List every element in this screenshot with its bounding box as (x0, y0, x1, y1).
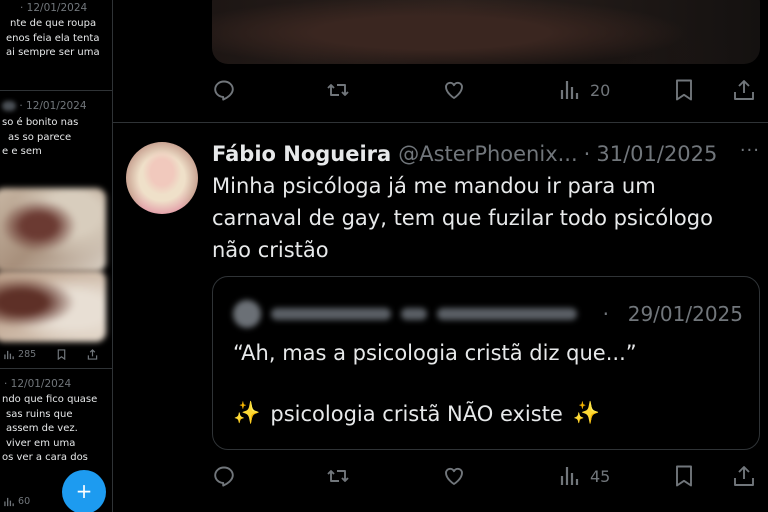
side-column: · 12/01/2024 nte de que roupa enos feia … (0, 0, 112, 512)
side-tweet-header: · 12/01/2024 (0, 378, 110, 390)
side-tweet-date: · 12/01/2024 (20, 2, 88, 14)
side-tweet-date: · 12/01/2024 (19, 100, 87, 112)
side-tweet-date: · 12/01/2024 (4, 378, 72, 390)
tweet-text-line: Minha psicóloga já me mandou ir para um (212, 174, 656, 198)
side-media-image[interactable] (0, 270, 106, 342)
side-tweet-line: sas ruins que (6, 408, 73, 420)
sparkle-icon: ✨ (572, 401, 601, 426)
share-icon (734, 80, 754, 100)
author-name[interactable]: Fábio Nogueira (212, 142, 391, 166)
blurred-avatar (233, 300, 261, 328)
side-tweet-line: so é bonito nas (2, 117, 79, 128)
tweet-actions: 45 (212, 462, 760, 490)
views-count: 20 (590, 80, 611, 100)
like-icon (445, 81, 463, 99)
tweet-text: Minha psicóloga já me mandou ir para um … (212, 170, 752, 266)
side-tweet-actions: 285 (4, 349, 98, 360)
side-divider (0, 90, 112, 91)
views-count: 285 (18, 349, 37, 360)
views-button[interactable]: 20 (558, 76, 610, 104)
quoted-tweet-text: ✨ psicologia cristã NÃO existe ✨ (233, 401, 600, 426)
like-button[interactable] (442, 76, 466, 104)
separator-dot: · (602, 302, 609, 326)
like-icon (445, 467, 463, 485)
previous-tweet-actions: 20 (212, 76, 760, 104)
tweet-header: Fábio Nogueira @AsterPhoenix... · 31/01/… (212, 140, 760, 168)
blurred-avatar (2, 101, 16, 111)
views-icon (4, 350, 14, 360)
more-icon[interactable]: ··· (740, 140, 760, 161)
side-tweet-line: as so parece (8, 131, 72, 143)
views-icon (560, 467, 579, 485)
retweet-button[interactable] (326, 462, 350, 490)
views-icon (4, 497, 14, 507)
share-icon[interactable] (87, 349, 98, 360)
retweet-icon (327, 84, 349, 96)
blurred-handle (437, 308, 577, 320)
bookmark-button[interactable] (672, 462, 696, 490)
retweet-button[interactable] (326, 76, 350, 104)
share-button[interactable] (732, 462, 756, 490)
tweet-text-line: carnaval de gay, tem que fuzilar todo ps… (212, 206, 713, 230)
quoted-tweet-text: “Ah, mas a psicologia cristã diz que...” (233, 341, 637, 365)
side-tweet-line: os ver a cara dos (2, 452, 88, 463)
bookmark-icon[interactable] (56, 349, 67, 360)
side-tweet-1[interactable]: · 12/01/2024 nte de que roupa enos feia … (0, 2, 110, 61)
reply-icon (214, 466, 234, 487)
share-icon (734, 466, 754, 486)
tweet-date[interactable]: 31/01/2025 (596, 142, 717, 166)
tweet-divider (113, 122, 768, 123)
bookmark-icon (676, 465, 692, 487)
bookmark-icon (676, 79, 692, 101)
quoted-tweet[interactable]: · 29/01/2025 “Ah, mas a psicologia crist… (212, 276, 760, 450)
previous-tweet-media[interactable] (212, 0, 760, 64)
views-stat[interactable]: 60 (4, 496, 30, 507)
side-tweet-line: ai sempre ser uma (6, 47, 100, 58)
quoted-tweet-date: 29/01/2025 (627, 302, 743, 326)
views-button[interactable]: 45 (558, 462, 610, 490)
views-stat[interactable]: 285 (4, 349, 36, 360)
avatar[interactable] (126, 142, 198, 214)
blurred-badge (401, 308, 427, 320)
retweet-icon (327, 470, 349, 482)
like-button[interactable] (442, 462, 466, 490)
side-tweet-3[interactable]: · 12/01/2024 ndo que fico quase sas ruin… (0, 378, 110, 466)
side-tweet-line: e e sem (2, 146, 42, 157)
side-tweet-line: enos feia ela tenta (6, 32, 100, 44)
views-count: 45 (590, 466, 611, 486)
share-button[interactable] (732, 76, 756, 104)
side-media-image[interactable] (0, 188, 106, 272)
separator-dot: · (583, 142, 591, 166)
quoted-tweet-line: psicologia cristã NÃO existe (270, 401, 563, 426)
reply-button[interactable] (212, 76, 236, 104)
side-tweet-line: assem de vez. (6, 423, 78, 434)
side-divider (0, 368, 112, 369)
compose-icon: + (75, 479, 93, 503)
bookmark-button[interactable] (672, 76, 696, 104)
views-count: 60 (18, 496, 31, 507)
tweet-text-line: não cristão (212, 238, 329, 262)
side-tweet-line: nte de que roupa (10, 18, 97, 29)
views-icon (560, 81, 579, 99)
reply-icon (214, 80, 234, 101)
sparkle-icon: ✨ (233, 401, 261, 426)
compose-button[interactable]: + (62, 470, 106, 512)
blurred-name (271, 308, 391, 320)
side-tweet-line: viver em uma (6, 437, 76, 449)
side-tweet-line: ndo que fico quase (2, 394, 98, 405)
quoted-tweet-header: · 29/01/2025 (233, 299, 743, 329)
reply-button[interactable] (212, 462, 236, 490)
side-tweet-actions: 60 (4, 496, 30, 507)
side-tweet-2[interactable]: · 12/01/2024 so é bonito nas as so parec… (0, 100, 110, 160)
column-divider (112, 0, 113, 512)
side-tweet-header: · 12/01/2024 (0, 100, 110, 112)
author-handle[interactable]: @AsterPhoenix... (398, 142, 577, 166)
